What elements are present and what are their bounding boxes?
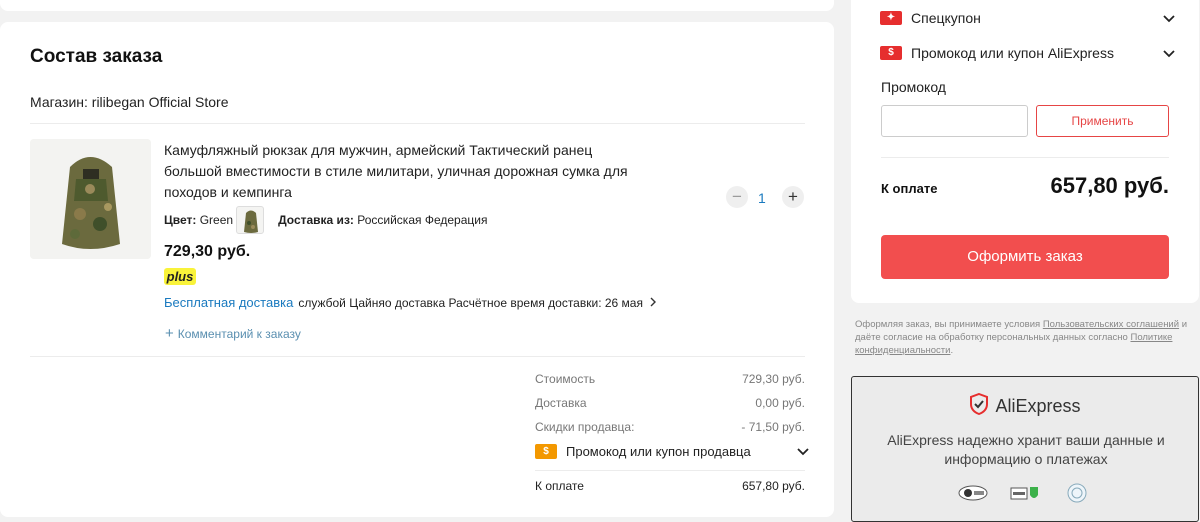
verified-badge-icon bbox=[1010, 483, 1040, 503]
shipping-info[interactable]: Бесплатная доставка службой Цайняо доста… bbox=[164, 295, 657, 310]
promo-code-input[interactable] bbox=[881, 105, 1028, 137]
place-order-button[interactable]: Оформить заказ bbox=[881, 235, 1169, 279]
product-price: 729,30 руб. bbox=[164, 243, 251, 260]
chevron-right-icon[interactable] bbox=[649, 296, 657, 310]
security-card: AliExpress AliExpress надежно хранит ваш… bbox=[851, 376, 1199, 522]
special-coupon-dropdown[interactable]: ✦ Спецкупон bbox=[880, 10, 1175, 26]
delivery-from-value: Российская Федерация bbox=[357, 213, 488, 227]
shield-check-icon bbox=[969, 392, 989, 420]
divider bbox=[30, 356, 805, 357]
plus-badge: plus bbox=[164, 268, 196, 285]
product-image[interactable] bbox=[30, 139, 151, 259]
total-label: К оплате bbox=[535, 479, 584, 493]
summary-delivery-row: Доставка 0,00 руб. bbox=[535, 396, 805, 410]
carrier-label: службой Цайняо доставка bbox=[298, 295, 446, 310]
delivery-value: 0,00 руб. bbox=[755, 396, 805, 410]
divider bbox=[30, 123, 805, 124]
eta-label: Расчётное время доставки: 26 мая bbox=[448, 295, 643, 310]
total-value: 657,80 руб. bbox=[742, 479, 805, 493]
cost-label: Стоимость bbox=[535, 372, 596, 386]
chevron-down-icon[interactable] bbox=[797, 444, 809, 459]
pay-amount: 657,80 руб. bbox=[1050, 173, 1170, 198]
promo-code-label: Промокод bbox=[881, 79, 946, 95]
summary-cost-row: Стоимость 729,30 руб. bbox=[535, 372, 805, 386]
top-card-edge bbox=[0, 0, 834, 11]
user-agreement-link[interactable]: Пользовательских соглашений bbox=[1043, 319, 1179, 330]
delivery-from-label: Доставка из: bbox=[278, 213, 354, 227]
security-badge-icon bbox=[958, 483, 988, 503]
aliexpress-logo: AliExpress bbox=[852, 392, 1198, 420]
discount-label: Скидки продавца: bbox=[535, 420, 635, 434]
ae-coupon-label: Промокод или купон AliExpress bbox=[911, 45, 1114, 61]
quantity-decrease-button[interactable]: − bbox=[726, 186, 748, 208]
comment-label: Комментарий к заказу bbox=[177, 326, 301, 341]
cost-value: 729,30 руб. bbox=[742, 372, 805, 386]
trust-brand: AliExpress bbox=[995, 396, 1081, 416]
plus-icon: + bbox=[165, 325, 174, 342]
apply-promo-button[interactable]: Применить bbox=[1036, 105, 1169, 137]
add-comment-link[interactable]: + Комментарий к заказу bbox=[165, 325, 301, 342]
delivery-label: Доставка bbox=[535, 396, 587, 410]
store-name[interactable]: Магазин: rilibegan Official Store bbox=[30, 94, 228, 110]
quantity-increase-button[interactable]: + bbox=[782, 186, 804, 208]
divider bbox=[535, 470, 805, 471]
legal-notice: Оформляя заказ, вы принимаете условия По… bbox=[855, 318, 1195, 357]
seller-coupon-label: Промокод или купон продавца bbox=[566, 444, 751, 459]
summary-discount-row: Скидки продавца: - 71,50 руб. bbox=[535, 420, 805, 434]
variant-thumbnail bbox=[236, 206, 265, 234]
discount-value: - 71,50 руб. bbox=[741, 420, 805, 434]
divider bbox=[881, 157, 1169, 158]
security-badges bbox=[852, 483, 1198, 503]
special-coupon-label: Спецкупон bbox=[911, 10, 981, 26]
certification-badge-icon bbox=[1062, 483, 1092, 503]
coupon-icon: $ bbox=[535, 444, 557, 459]
chevron-down-icon[interactable] bbox=[1163, 11, 1175, 26]
color-label: Цвет: bbox=[164, 213, 197, 227]
order-title: Состав заказа bbox=[30, 46, 163, 67]
seller-coupon-dropdown[interactable]: $ Промокод или купон продавца bbox=[535, 444, 809, 459]
ae-coupon-icon: $ bbox=[880, 46, 902, 60]
ae-coupon-dropdown[interactable]: $ Промокод или купон AliExpress bbox=[880, 45, 1175, 61]
security-text: AliExpress надежно хранит ваши данные и … bbox=[887, 432, 1165, 467]
product-attributes: Цвет: Green Доставка из: Российская Феде… bbox=[164, 206, 487, 234]
summary-total-row: К оплате 657,80 руб. bbox=[535, 479, 805, 493]
pay-label: К оплате bbox=[881, 181, 938, 196]
free-shipping-label: Бесплатная доставка bbox=[164, 295, 294, 310]
quantity-value: 1 bbox=[758, 190, 766, 206]
color-value: Green bbox=[199, 213, 234, 227]
product-name[interactable]: Камуфляжный рюкзак для мужчин, армейский… bbox=[164, 140, 644, 203]
legal-end: . bbox=[950, 345, 954, 356]
legal-prefix: Оформляя заказ, вы принимаете условия bbox=[855, 319, 1041, 330]
chevron-down-icon[interactable] bbox=[1163, 46, 1175, 61]
special-coupon-icon: ✦ bbox=[880, 11, 902, 25]
